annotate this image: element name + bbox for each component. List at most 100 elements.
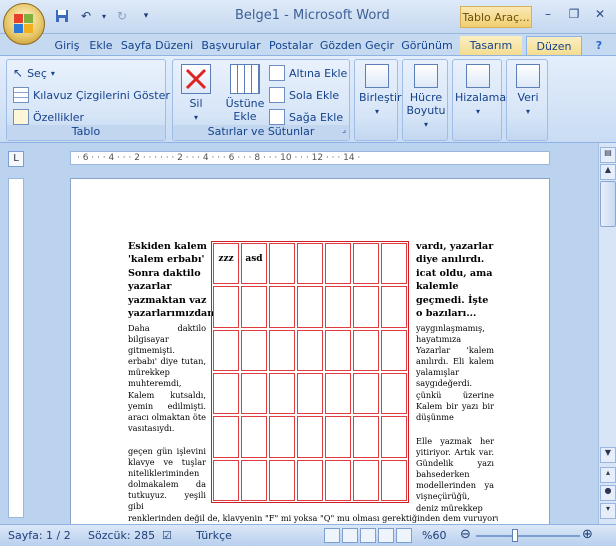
language[interactable]: Türkçe xyxy=(196,529,232,542)
scroll-up-icon[interactable]: ▲ xyxy=(600,164,616,180)
table-cell[interactable] xyxy=(241,329,267,371)
alignment-button[interactable]: Hizalama ▾ xyxy=(455,64,506,117)
zoom-level[interactable]: %60 xyxy=(422,529,446,542)
table-cell[interactable] xyxy=(241,416,267,458)
insert-above-button[interactable]: Üstüne Ekle xyxy=(225,64,265,123)
data-button[interactable]: Veri ▾ xyxy=(509,64,547,117)
save-icon[interactable] xyxy=(52,7,72,25)
table-cell[interactable] xyxy=(269,286,295,328)
table-cell[interactable] xyxy=(325,416,351,458)
tab-ekle[interactable]: Ekle xyxy=(86,36,116,56)
properties-button[interactable]: Özellikler xyxy=(13,108,84,126)
table-cell[interactable] xyxy=(353,243,379,285)
insert-left-button[interactable]: Sola Ekle xyxy=(269,86,339,104)
draft-view-icon[interactable] xyxy=(396,528,412,543)
table-cell[interactable] xyxy=(297,243,323,285)
table-cell[interactable] xyxy=(297,416,323,458)
table-cell[interactable] xyxy=(381,243,407,285)
tab-duzen[interactable]: Düzen xyxy=(526,36,582,56)
web-layout-icon[interactable] xyxy=(360,528,376,543)
print-layout-view-icon[interactable] xyxy=(324,528,340,543)
vertical-ruler[interactable] xyxy=(8,178,24,518)
insert-below-button[interactable]: Altına Ekle xyxy=(269,64,347,82)
table-cell[interactable]: asd xyxy=(241,243,267,285)
table-cell[interactable] xyxy=(213,416,239,458)
table-cell[interactable] xyxy=(381,329,407,371)
table-cell[interactable] xyxy=(241,372,267,415)
table-cell[interactable] xyxy=(213,459,239,501)
table-cell[interactable] xyxy=(353,372,379,415)
table-cell[interactable] xyxy=(325,459,351,501)
table-cell[interactable] xyxy=(269,243,295,285)
cell-size-button[interactable]: Hücre Boyutu ▾ xyxy=(405,64,447,130)
group-merge[interactable]: Birleştir ▾ xyxy=(354,59,402,141)
close-icon[interactable]: ✕ xyxy=(588,4,612,24)
outline-view-icon[interactable] xyxy=(378,528,394,543)
group-alignment[interactable]: Hizalama ▾ xyxy=(452,59,506,141)
undo-dropdown-icon[interactable]: ▾ xyxy=(100,7,108,25)
group-data[interactable]: Veri ▾ xyxy=(506,59,548,141)
delete-button[interactable]: Sil ▾ xyxy=(179,64,213,123)
table-cell[interactable] xyxy=(325,329,351,371)
ruler-toggle-icon[interactable]: ▤ xyxy=(600,147,616,163)
table-cell[interactable] xyxy=(353,329,379,371)
table-cell[interactable] xyxy=(353,286,379,328)
next-page-icon[interactable]: ▾ xyxy=(600,503,616,519)
table-cell[interactable] xyxy=(325,286,351,328)
tab-basvurular[interactable]: Başvurular xyxy=(198,36,264,56)
browse-object-icon[interactable]: ● xyxy=(600,485,616,501)
tab-giris[interactable]: Giriş xyxy=(50,36,84,56)
table-cell[interactable] xyxy=(269,372,295,415)
table-cell[interactable] xyxy=(381,416,407,458)
table-cell[interactable] xyxy=(325,243,351,285)
table-cell[interactable] xyxy=(269,459,295,501)
table-cell[interactable]: zzz xyxy=(213,243,239,285)
table-cell[interactable] xyxy=(297,286,323,328)
merge-button[interactable]: Birleştir ▾ xyxy=(359,64,402,117)
table-cell[interactable] xyxy=(353,459,379,501)
document-table[interactable]: zzz asd xyxy=(211,241,409,503)
tab-postalar[interactable]: Postalar xyxy=(266,36,316,56)
table-cell[interactable] xyxy=(297,459,323,501)
tab-selector-icon[interactable]: L xyxy=(8,151,24,167)
dialog-launcher-icon[interactable]: ⌟ xyxy=(342,125,346,134)
tab-tasarim[interactable]: Tasarım xyxy=(460,36,522,56)
tab-gorunum[interactable]: Görünüm xyxy=(398,36,456,56)
word-count[interactable]: Sözcük: 285 xyxy=(88,529,155,542)
table-cell[interactable] xyxy=(297,329,323,371)
horizontal-ruler[interactable]: · 6 · · · 4 · · · 2 · · · · · · 2 · · · … xyxy=(70,151,550,165)
table-cell[interactable] xyxy=(381,459,407,501)
previous-page-icon[interactable]: ▴ xyxy=(600,467,616,483)
view-gridlines-button[interactable]: Kılavuz Çizgilerini Göster xyxy=(13,86,170,104)
zoom-in-icon[interactable]: ⊕ xyxy=(582,527,593,542)
restore-icon[interactable]: ❐ xyxy=(562,4,586,24)
table-cell[interactable] xyxy=(241,286,267,328)
table-cell[interactable] xyxy=(297,372,323,415)
tab-sayfa-duzeni[interactable]: Sayfa Düzeni xyxy=(119,36,195,56)
table-cell[interactable] xyxy=(241,459,267,501)
page-count[interactable]: Sayfa: 1 / 2 xyxy=(8,529,71,542)
insert-right-button[interactable]: Sağa Ekle xyxy=(269,108,343,126)
office-button[interactable] xyxy=(3,3,45,45)
full-screen-reading-icon[interactable] xyxy=(342,528,358,543)
table-cell[interactable] xyxy=(325,372,351,415)
customize-toolbar-icon[interactable]: ▾ xyxy=(136,7,156,25)
table-cell[interactable] xyxy=(269,416,295,458)
undo-icon[interactable]: ↶ xyxy=(76,7,96,25)
table-cell[interactable] xyxy=(269,329,295,371)
tab-gozden-gecir[interactable]: Gözden Geçir xyxy=(319,36,395,56)
table-cell[interactable] xyxy=(381,286,407,328)
zoom-out-icon[interactable]: ⊖ xyxy=(460,527,471,542)
table-cell[interactable] xyxy=(353,416,379,458)
vertical-scrollbar[interactable]: ▤ ▲ ▼ ▴ ● ▾ xyxy=(598,143,616,526)
zoom-slider[interactable] xyxy=(476,535,580,537)
scroll-thumb[interactable] xyxy=(600,181,616,227)
select-button[interactable]: ↖ Seç ▾ xyxy=(13,64,55,82)
table-cell[interactable] xyxy=(213,286,239,328)
zoom-slider-thumb[interactable] xyxy=(512,529,518,542)
help-icon[interactable]: ? xyxy=(590,36,608,56)
table-cell[interactable] xyxy=(381,372,407,415)
table-cell[interactable] xyxy=(213,372,239,415)
proofing-icon[interactable]: ☑ xyxy=(162,529,172,542)
redo-icon[interactable]: ↻ xyxy=(112,7,132,25)
